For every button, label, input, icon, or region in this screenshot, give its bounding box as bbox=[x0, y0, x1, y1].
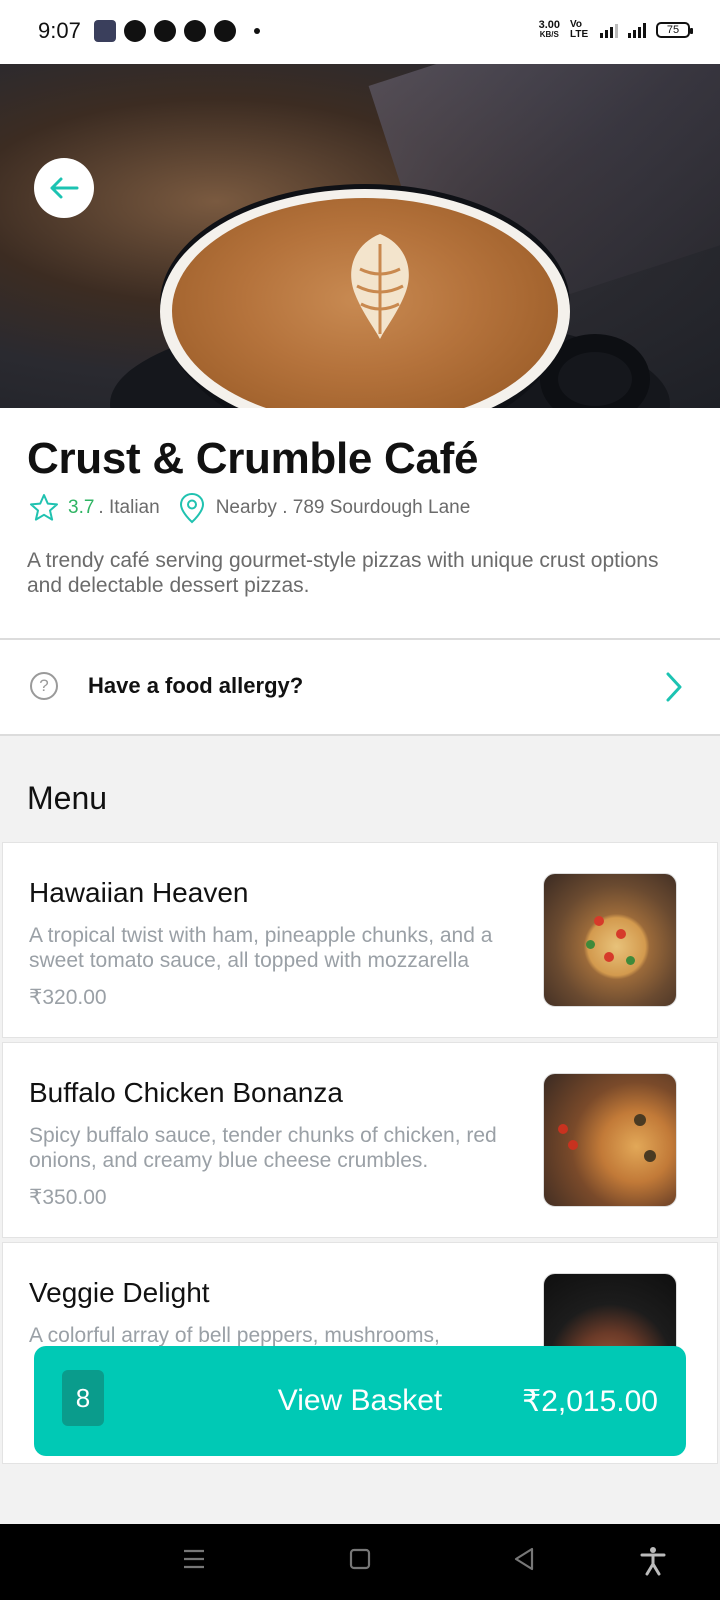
divider bbox=[0, 734, 720, 736]
star-icon bbox=[30, 494, 58, 521]
restaurant-meta: 3.7 . Italian Nearby . 789 Sourdough Lan… bbox=[28, 492, 470, 524]
signal-4g-icon bbox=[600, 22, 618, 38]
net-speed: 3.00 KB/S bbox=[539, 20, 560, 40]
home-icon[interactable] bbox=[348, 1546, 372, 1572]
rating-value: 3.7 bbox=[68, 497, 95, 518]
volte-badge: Vo LTE bbox=[570, 19, 589, 40]
food-allergy-label: Have a food allergy? bbox=[88, 673, 304, 698]
restaurant-name: Crust & Crumble Café bbox=[27, 434, 479, 483]
signal-icon bbox=[628, 22, 646, 38]
menu-item-name: Buffalo Chicken Bonanza bbox=[29, 1077, 343, 1108]
battery-icon: 75 bbox=[656, 22, 693, 38]
screen: 9:07 3.00 KB/S Vo LTE 75 Crust & Crumble… bbox=[0, 0, 720, 1600]
net-speed-value: 3.00 bbox=[538, 19, 560, 31]
back-icon[interactable] bbox=[512, 1546, 536, 1572]
cuisine-label: . Italian bbox=[98, 497, 160, 518]
status-bar: 9:07 3.00 KB/S Vo LTE 75 bbox=[0, 0, 720, 64]
app-notification-icon bbox=[94, 20, 116, 42]
menu-item-description: A colorful array of bell peppers, mushro… bbox=[29, 1324, 440, 1347]
restaurant-info: Crust & Crumble Café 3.7 . Italian Nearb… bbox=[0, 408, 720, 638]
status-time: 9:07 bbox=[38, 18, 81, 43]
arrow-left-icon bbox=[50, 177, 79, 199]
notification-icons bbox=[94, 20, 260, 42]
status-right: 3.00 KB/S Vo LTE 75 bbox=[539, 19, 693, 40]
restaurant-description: A trendy café serving gourmet-style pizz… bbox=[27, 549, 659, 597]
menu-item[interactable]: Buffalo Chicken Bonanza Spicy buffalo sa… bbox=[2, 1042, 718, 1238]
menu-item[interactable]: Hawaiian Heaven A tropical twist with ha… bbox=[2, 842, 718, 1038]
menu-item-name: Hawaiian Heaven bbox=[29, 877, 249, 908]
chevron-right-icon bbox=[666, 672, 682, 702]
link-notification-icon bbox=[124, 20, 146, 42]
bowl-icon bbox=[214, 20, 236, 42]
latte-art bbox=[351, 234, 409, 339]
question-circle-icon: ? bbox=[30, 672, 58, 700]
net-speed-unit: KB/S bbox=[539, 30, 559, 39]
menu-item-price: ₹320.00 bbox=[29, 986, 107, 1009]
app-a-icon bbox=[184, 20, 206, 42]
menu-item-price: ₹350.00 bbox=[29, 1186, 107, 1209]
hero-image bbox=[0, 64, 720, 408]
location-pin-icon bbox=[178, 492, 206, 524]
basket-total: ₹2,015.00 bbox=[522, 1385, 658, 1418]
menu-item-description: A tropical twist with ham, pineapple chu… bbox=[29, 924, 493, 972]
menu-icon[interactable] bbox=[182, 1546, 206, 1572]
food-allergy-row[interactable]: ? Have a food allergy? bbox=[0, 640, 720, 734]
pinterest-icon bbox=[154, 20, 176, 42]
location-text: Nearby . 789 Sourdough Lane bbox=[215, 497, 471, 518]
basket-count-badge: 8 bbox=[62, 1370, 104, 1426]
menu-item-image bbox=[543, 873, 677, 1007]
system-nav-bar bbox=[0, 1524, 720, 1600]
back-button[interactable] bbox=[34, 158, 94, 218]
menu-item-name: Veggie Delight bbox=[29, 1277, 210, 1308]
menu-item-description: Spicy buffalo sauce, tender chunks of ch… bbox=[29, 1124, 497, 1172]
menu-item-image bbox=[543, 1073, 677, 1207]
accessibility-icon[interactable] bbox=[640, 1546, 666, 1576]
menu-heading: Menu bbox=[27, 780, 108, 816]
view-basket-button[interactable]: View Basket 8 ₹2,015.00 bbox=[34, 1346, 686, 1456]
more-notifications-dot-icon bbox=[254, 28, 260, 34]
